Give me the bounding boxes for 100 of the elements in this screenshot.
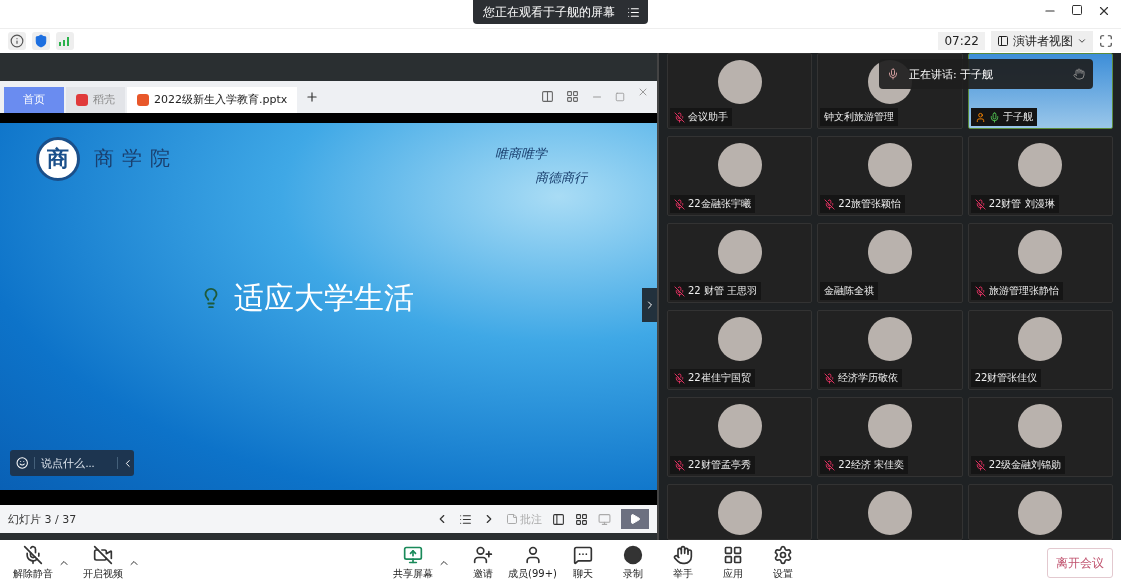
caret-icon	[1077, 36, 1087, 46]
emoji-icon[interactable]	[16, 456, 29, 471]
camera-off-icon	[93, 545, 113, 565]
normal-view-icon[interactable]	[552, 512, 565, 526]
play-button[interactable]	[621, 509, 649, 530]
avatar-placeholder	[1018, 404, 1063, 448]
muted-mic-icon	[824, 372, 836, 384]
layout-icon	[997, 35, 1009, 47]
avatar-placeholder	[1018, 230, 1063, 274]
record-icon	[622, 545, 643, 565]
slides-file-icon	[137, 93, 149, 106]
slide-title: 适应大学生活	[234, 278, 414, 317]
participant-name: 22崔佳宁国贸	[670, 369, 755, 387]
avatar-placeholder	[1018, 491, 1063, 535]
play-icon	[629, 513, 641, 526]
banner-text: 您正在观看于子舰的屏幕	[483, 3, 615, 21]
app-tab[interactable]: 2022级新生入学教育.pptx	[127, 86, 298, 113]
avatar-placeholder	[717, 317, 762, 361]
app-logo-icon	[76, 93, 88, 106]
note-icon	[506, 513, 518, 526]
new-tab-icon[interactable]	[305, 89, 320, 104]
fullscreen-icon[interactable]	[1099, 34, 1113, 48]
toolbar-button[interactable]: 录制	[607, 545, 658, 581]
muted-mic-icon	[674, 198, 685, 210]
settings-icon	[772, 545, 793, 565]
maximize-icon[interactable]	[1071, 4, 1083, 16]
avatar-placeholder	[868, 404, 912, 448]
muted-mic-icon	[824, 198, 836, 210]
grid-view-icon[interactable]	[575, 512, 588, 526]
apps-grid-icon	[722, 545, 743, 565]
toolbar-button[interactable]: 聊天	[557, 545, 608, 581]
hand-icon	[1073, 68, 1085, 80]
toolbar-button[interactable]: 解除静音	[8, 545, 58, 581]
toolbar-button[interactable]: 开启视频	[78, 545, 128, 581]
muted-mic-icon	[974, 198, 986, 210]
participant-name: 经济学历敬依	[820, 369, 903, 387]
slide-counter: 幻灯片 3 / 37	[8, 511, 77, 527]
participant-name: 22金融张宇曦	[670, 195, 755, 213]
muted-mic-icon	[674, 459, 685, 471]
mic-icon	[988, 111, 1000, 123]
muted-mic-icon	[674, 372, 685, 384]
motto-text: 商德商行	[535, 168, 587, 187]
view-mode-button[interactable]: 演讲者视图	[991, 30, 1093, 52]
chat-input-field[interactable]: 说点什么...	[34, 457, 119, 470]
avatar-placeholder	[717, 143, 762, 187]
participant-name: 22 财管 王思羽	[670, 282, 762, 300]
participant-name: 22财管孟亭秀	[670, 456, 755, 474]
grid-icon[interactable]	[566, 90, 579, 104]
participant-name: 22财管 刘漫琳	[970, 195, 1059, 213]
toolbar-button[interactable]: 共享屏幕	[387, 545, 438, 581]
chat-icon	[572, 545, 593, 565]
avatar-placeholder	[868, 317, 912, 361]
avatar-placeholder	[717, 230, 762, 274]
close-icon[interactable]	[1097, 4, 1111, 18]
school-logo: 商	[36, 136, 80, 181]
toolbar-button[interactable]: 举手	[657, 545, 708, 581]
toolbar-button[interactable]: 邀请	[457, 545, 508, 581]
participant-name: 于子舰	[970, 108, 1037, 126]
speaking-text: 正在讲话: 于子舰	[909, 66, 995, 82]
avatar-placeholder	[717, 404, 762, 448]
avatar-placeholder	[717, 60, 762, 104]
muted-mic-icon	[674, 111, 685, 123]
school-name: 商学院	[94, 145, 178, 173]
layout-icon[interactable]	[541, 90, 554, 104]
avatar-placeholder	[868, 230, 912, 274]
list-icon[interactable]	[459, 512, 472, 526]
meeting-timer: 07:22	[938, 32, 985, 50]
participant-name: 22财管张佳仪	[970, 369, 1042, 387]
avatar-placeholder	[1018, 143, 1063, 187]
participant-name: 会议助手	[670, 108, 732, 126]
motto-text: 唯商唯学	[495, 144, 547, 163]
muted-mic-icon	[824, 459, 836, 471]
avatar-placeholder	[868, 143, 912, 187]
share-screen-icon	[402, 545, 423, 565]
shield-icon[interactable]	[32, 32, 50, 50]
avatar-placeholder	[1018, 317, 1063, 361]
participant-name: 22级金融刘锦勋	[970, 456, 1066, 474]
muted-mic-icon	[23, 545, 43, 565]
toolbar-button[interactable]: 成员(99+)	[507, 545, 558, 581]
avatar-placeholder	[868, 491, 912, 535]
chat-box[interactable]: 说点什么...	[10, 450, 134, 477]
toolbar-button[interactable]: 设置	[757, 545, 808, 581]
muted-mic-icon	[974, 459, 986, 471]
participant-name: 22经济 宋佳奕	[820, 456, 909, 474]
participant-name: 22旅管张颖怡	[820, 195, 906, 213]
mic-icon	[887, 68, 899, 80]
participant-name: 金融陈全祺	[820, 282, 879, 300]
hand-icon	[672, 545, 693, 565]
leave-meeting-button[interactable]: 离开会议	[1047, 548, 1113, 578]
muted-mic-icon	[974, 285, 986, 297]
info-icon[interactable]	[8, 32, 26, 50]
expand-panel-button[interactable]	[642, 287, 657, 322]
user-icon	[974, 111, 986, 123]
menu-icon[interactable]	[627, 5, 640, 19]
toolbar-button[interactable]: 应用	[707, 545, 758, 581]
add-user-icon	[472, 545, 493, 565]
participant-name: 钟文利旅游管理	[820, 108, 899, 126]
avatar-placeholder	[717, 491, 762, 535]
participant-name: 旅游管理张静怡	[970, 282, 1063, 300]
muted-mic-icon	[674, 285, 685, 297]
